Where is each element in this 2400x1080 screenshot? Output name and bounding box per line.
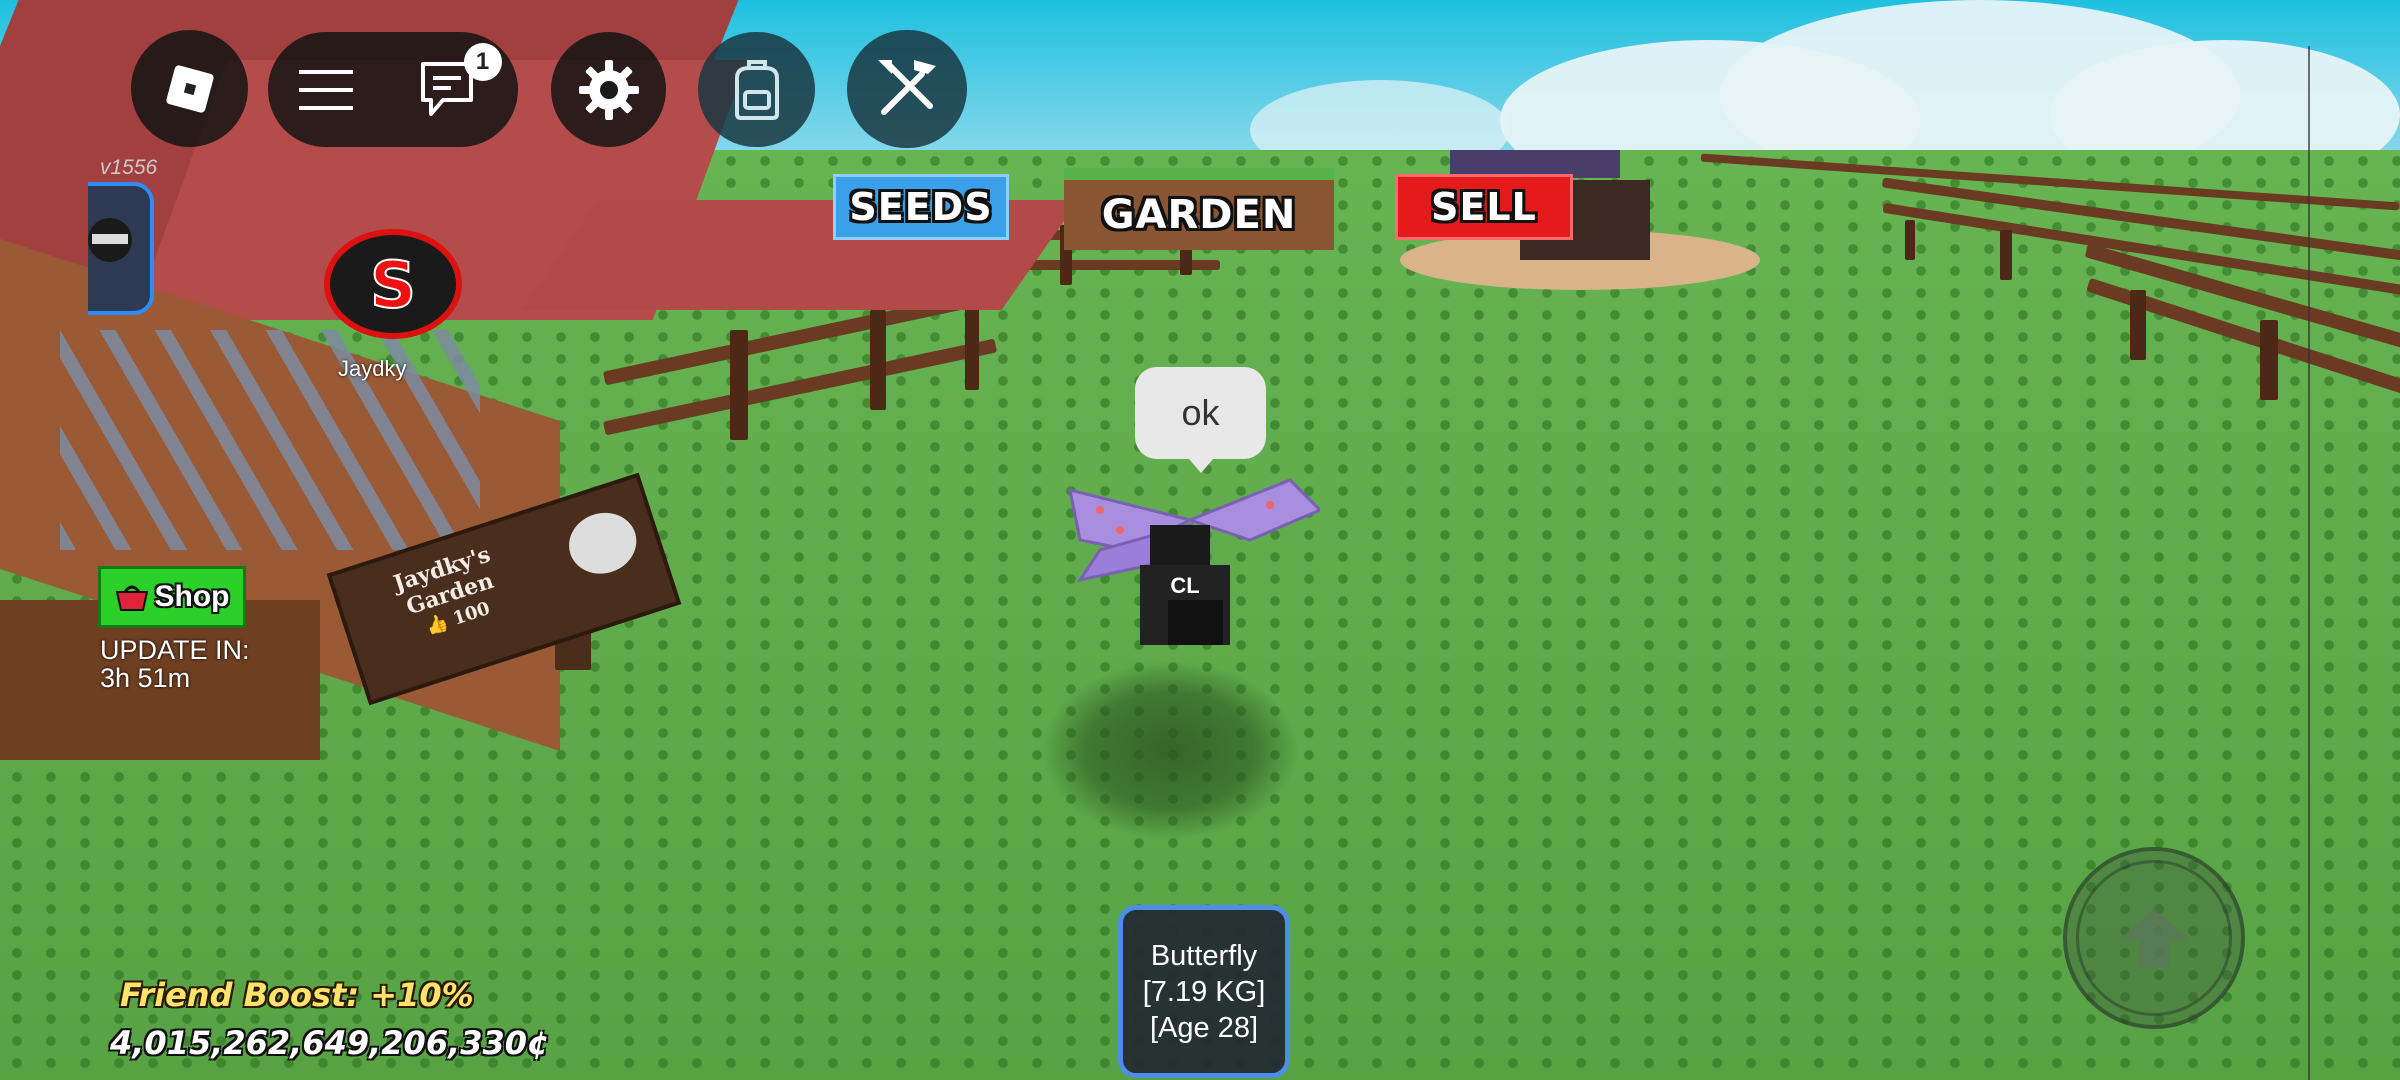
shop-label: Shop bbox=[154, 580, 230, 613]
equipped-pet-slot[interactable]: Butterfly [7.19 KG] [Age 28] bbox=[1118, 905, 1290, 1078]
settings-gear-icon bbox=[578, 59, 639, 120]
svg-text:S: S bbox=[370, 249, 416, 323]
player-legs bbox=[1168, 600, 1223, 645]
friend-boost-label: Friend Boost: +10% bbox=[120, 976, 474, 1014]
pet-name: Butterfly bbox=[1150, 939, 1258, 972]
ninja-avatar-icon bbox=[88, 218, 132, 262]
shop-update-timer: UPDATE IN: 3h 51m bbox=[100, 636, 250, 692]
player-nameplate: Jaydky bbox=[338, 356, 407, 381]
update-in-label: UPDATE IN: bbox=[100, 635, 250, 665]
version-label: v1556 bbox=[100, 156, 158, 179]
seeds-button[interactable]: SEEDS bbox=[833, 174, 1009, 240]
jump-button[interactable] bbox=[2063, 847, 2245, 1029]
fence-post bbox=[870, 310, 886, 410]
menu-button[interactable] bbox=[291, 55, 361, 125]
shop-basket-icon bbox=[115, 585, 148, 611]
fence-post bbox=[730, 330, 748, 440]
backpack-button[interactable] bbox=[698, 32, 815, 147]
spike-fence bbox=[60, 330, 480, 550]
fence-post bbox=[2130, 290, 2146, 360]
jump-button-inner bbox=[2076, 860, 2232, 1016]
roblox-menu-button[interactable] bbox=[131, 30, 248, 147]
roblox-logo-icon bbox=[165, 64, 214, 113]
backpack-icon bbox=[734, 59, 779, 120]
pet-weight: [7.19 KG] bbox=[1142, 975, 1266, 1008]
fence-post bbox=[965, 300, 979, 390]
menu-icon bbox=[298, 69, 353, 110]
player-chat-bubble: ok bbox=[1135, 367, 1266, 473]
up-arrow-icon bbox=[2119, 908, 2189, 968]
fence-post bbox=[2260, 320, 2278, 400]
sell-button[interactable]: SELL bbox=[1395, 174, 1573, 240]
garden-button[interactable]: GARDEN bbox=[1064, 168, 1334, 250]
update-time: 3h 51m bbox=[100, 663, 191, 693]
shop-button[interactable]: Shop bbox=[98, 566, 246, 628]
chat-unread-badge: 1 bbox=[463, 42, 502, 81]
build-tools-icon bbox=[878, 60, 936, 115]
fence-post bbox=[1905, 220, 1915, 260]
player-shadow bbox=[1040, 660, 1300, 840]
money-counter: 4,015,262,649,206,330¢ bbox=[110, 1024, 550, 1062]
menu-chat-group: 1 bbox=[268, 32, 518, 147]
screen-divider bbox=[2308, 46, 2310, 1080]
player-emblem: S bbox=[323, 229, 463, 339]
settings-button[interactable] bbox=[551, 32, 666, 147]
player-list-tab[interactable] bbox=[88, 182, 154, 315]
build-tools-button[interactable] bbox=[847, 30, 967, 148]
fence-post bbox=[2000, 230, 2012, 280]
player-avatar-thumbnail bbox=[561, 504, 645, 583]
thumbs-up-icon: 👍 bbox=[423, 611, 451, 639]
shirt-logo: CL bbox=[1170, 573, 1200, 598]
pet-age: [Age 28] bbox=[1149, 1011, 1259, 1044]
chat-button[interactable]: 1 bbox=[406, 42, 502, 135]
